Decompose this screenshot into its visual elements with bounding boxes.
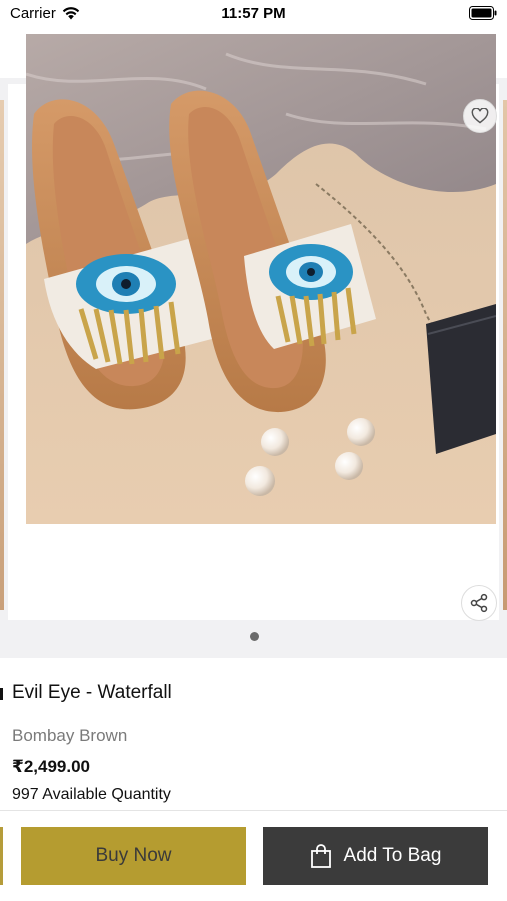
product-image[interactable] [26,34,496,524]
buy-now-button[interactable]: Buy Now [21,827,246,885]
share-icon [470,593,488,613]
product-title: Evil Eye - Waterfall [12,682,172,703]
next-image-peek[interactable] [503,100,507,610]
add-to-bag-button[interactable]: Add To Bag [263,827,488,885]
heart-icon [471,108,489,124]
status-time: 11:57 PM [221,5,286,22]
brand-name[interactable]: Bombay Brown [12,726,127,746]
product-info: Evil Eye - Waterfall Bombay Brown ₹2,499… [0,658,507,810]
previous-button-edge [0,827,3,885]
image-wishlist-button[interactable] [463,99,497,133]
product-price: ₹2,499.00 [12,757,91,776]
previous-image-peek[interactable] [0,100,4,610]
available-quantity: 997 Available Quantity [12,786,171,803]
battery-icon [469,6,497,20]
status-bar: Carrier 11:57 PM [0,0,507,28]
shopping-bag-icon [310,844,331,868]
bottom-action-bar: Buy Now Add To Bag [0,810,507,901]
previous-item-edge [0,688,3,700]
page-indicator-dot[interactable] [250,632,259,641]
add-to-bag-label: Add To Bag [343,845,442,866]
image-share-button[interactable] [461,585,497,621]
buy-now-label: Buy Now [95,845,172,866]
